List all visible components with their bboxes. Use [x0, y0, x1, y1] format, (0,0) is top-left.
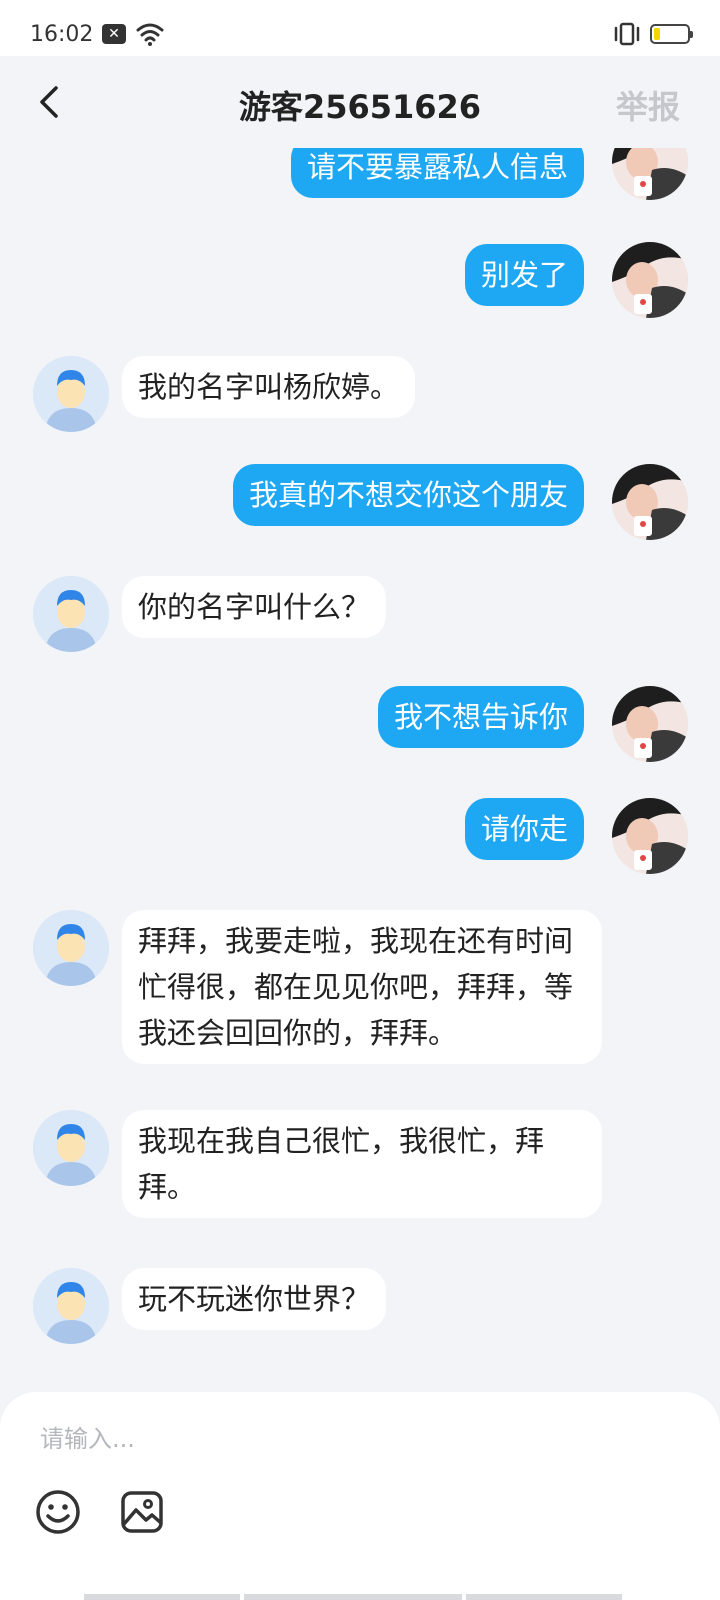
- message-row: 拜拜，我要走啦，我现在还有时间忙得很，都在见见你吧，拜拜，等我还会回回你的，拜拜…: [0, 910, 720, 1070]
- default-user-icon: [33, 910, 109, 986]
- message-row: 你的名字叫什么？: [0, 576, 720, 656]
- message-row: 我现在我自己很忙，我很忙，拜拜。: [0, 1110, 720, 1220]
- image-icon[interactable]: [118, 1488, 166, 1536]
- status-time: 16:02: [30, 22, 94, 47]
- report-button[interactable]: 举报: [616, 82, 680, 128]
- chat-header: 游客25651626 举报: [0, 56, 720, 148]
- guest-avatar[interactable]: [33, 356, 109, 432]
- avatar[interactable]: [612, 798, 688, 874]
- message-bubble[interactable]: 请不要暴露私人信息: [290, 148, 584, 198]
- default-user-icon: [33, 1110, 109, 1186]
- page-title: 游客25651626: [238, 88, 482, 126]
- message-row: 玩不玩迷你世界？: [0, 1268, 720, 1348]
- message-bubble[interactable]: 玩不玩迷你世界？: [122, 1268, 387, 1330]
- user-photo-icon: [612, 242, 688, 318]
- message-bubble[interactable]: 拜拜，我要走啦，我现在还有时间忙得很，都在见见你吧，拜拜，等我还会回回你的，拜拜…: [122, 910, 602, 1064]
- default-user-icon: [33, 356, 109, 432]
- avatar[interactable]: [612, 242, 688, 318]
- message-bubble[interactable]: 我现在我自己很忙，我很忙，拜拜。: [122, 1110, 602, 1218]
- avatar[interactable]: [612, 686, 688, 762]
- message-row: 别发了: [0, 242, 720, 322]
- user-photo-icon: [612, 464, 688, 540]
- guest-avatar[interactable]: [33, 576, 109, 652]
- user-photo-icon: [612, 798, 688, 874]
- guest-avatar[interactable]: [33, 1110, 109, 1186]
- message-bubble[interactable]: 我不想告诉你: [377, 686, 584, 748]
- guest-avatar[interactable]: [33, 1268, 109, 1344]
- message-bubble[interactable]: 请你走: [464, 798, 584, 860]
- avatar[interactable]: [612, 148, 688, 200]
- input-panel: [0, 1392, 720, 1600]
- battery-icon: [650, 24, 693, 44]
- status-bar: 16:02 ✕: [0, 0, 720, 56]
- message-row: 请不要暴露私人信息: [0, 148, 720, 216]
- user-photo-icon: [612, 686, 688, 762]
- default-user-icon: [33, 576, 109, 652]
- nav-hint-bar: [84, 1594, 240, 1600]
- message-bubble[interactable]: 别发了: [464, 244, 584, 306]
- notification-icon: ✕: [102, 24, 126, 44]
- message-input[interactable]: [40, 1414, 680, 1464]
- wifi-icon: [136, 23, 164, 46]
- message-row: 我不想告诉你: [0, 686, 720, 766]
- message-row: 请你走: [0, 798, 720, 878]
- message-list[interactable]: 请不要暴露私人信息 别发了 我的名字叫杨欣婷。 我真的不想交你这个朋友 你的名字…: [0, 148, 720, 1388]
- default-user-icon: [33, 1268, 109, 1344]
- nav-hint-bar: [244, 1594, 462, 1600]
- user-photo-icon: [612, 148, 688, 200]
- message-bubble[interactable]: 我真的不想交你这个朋友: [232, 464, 584, 526]
- message-row: 我的名字叫杨欣婷。: [0, 356, 720, 436]
- nav-hint-bar: [466, 1594, 622, 1600]
- message-bubble[interactable]: 你的名字叫什么？: [122, 576, 387, 638]
- vibrate-icon: [614, 22, 640, 46]
- message-bubble[interactable]: 我的名字叫杨欣婷。: [122, 356, 416, 418]
- smiley-icon[interactable]: [34, 1488, 82, 1536]
- guest-avatar[interactable]: [33, 910, 109, 986]
- message-row: 我真的不想交你这个朋友: [0, 464, 720, 544]
- avatar[interactable]: [612, 464, 688, 540]
